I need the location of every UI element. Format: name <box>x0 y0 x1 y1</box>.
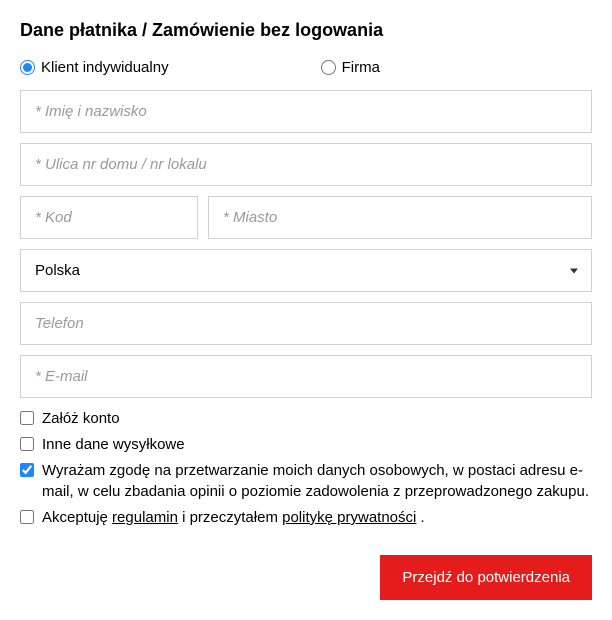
create-account-label[interactable]: Załóż konto <box>42 408 120 430</box>
accept-terms-suffix: . <box>416 509 424 526</box>
accept-terms-checkbox[interactable] <box>20 510 34 524</box>
radio-company[interactable] <box>321 60 336 75</box>
radio-individual-wrapper: Klient indywidualny <box>20 59 169 76</box>
terms-link[interactable]: regulamin <box>112 509 178 526</box>
create-account-checkbox[interactable] <box>20 411 34 425</box>
name-field[interactable] <box>20 90 592 133</box>
customer-type-group: Klient indywidualny Firma <box>20 59 592 76</box>
phone-field[interactable] <box>20 302 592 345</box>
accept-terms-mid: i przeczytałem <box>178 509 282 526</box>
radio-company-wrapper: Firma <box>321 59 380 76</box>
consent-opinion-checkbox[interactable] <box>20 463 34 477</box>
postal-field[interactable] <box>20 196 198 239</box>
city-field[interactable] <box>208 196 592 239</box>
street-field[interactable] <box>20 143 592 186</box>
consent-opinion-label[interactable]: Wyrażam zgodę na przetwarzanie moich dan… <box>42 460 592 504</box>
submit-button[interactable]: Przejdź do potwierdzenia <box>380 555 592 600</box>
radio-individual-label[interactable]: Klient indywidualny <box>41 59 169 76</box>
other-shipping-checkbox[interactable] <box>20 437 34 451</box>
form-title: Dane płatnika / Zamówienie bez logowania <box>20 20 592 41</box>
accept-terms-prefix: Akceptuję <box>42 509 112 526</box>
privacy-link[interactable]: politykę prywatności <box>282 509 416 526</box>
radio-individual[interactable] <box>20 60 35 75</box>
country-select[interactable]: Polska <box>20 249 592 292</box>
radio-company-label[interactable]: Firma <box>342 59 380 76</box>
accept-terms-label[interactable]: Akceptuję regulamin i przeczytałem polit… <box>42 507 425 529</box>
other-shipping-label[interactable]: Inne dane wysyłkowe <box>42 434 185 456</box>
email-field[interactable] <box>20 355 592 398</box>
